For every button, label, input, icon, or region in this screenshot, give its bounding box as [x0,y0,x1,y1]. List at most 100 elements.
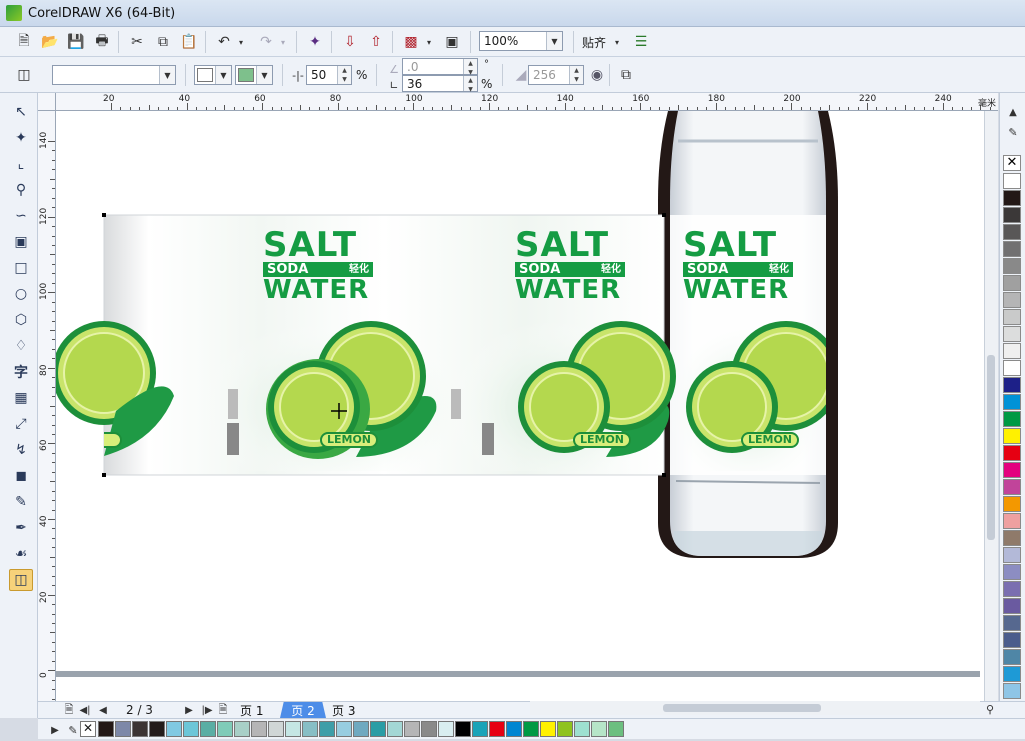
ruler-origin[interactable] [38,93,56,111]
document-color-swatch[interactable] [591,721,607,737]
document-color-swatch[interactable] [319,721,335,737]
publish-dropdown-icon[interactable]: ▾ [423,31,435,53]
outline-width-select[interactable]: ▼ [52,65,176,85]
palette-color-swatch[interactable] [1003,224,1021,240]
eyedropper-icon[interactable]: ✎ [1002,121,1024,143]
palette-color-swatch[interactable] [1003,173,1021,189]
crop-tool-icon[interactable]: ⌞ [9,153,33,175]
undo-icon[interactable]: ↶ [213,31,235,53]
document-color-swatch[interactable] [302,721,318,737]
lock-steps-icon[interactable]: ◉ [586,64,608,86]
palette-color-swatch[interactable] [1003,632,1021,648]
palette-color-swatch[interactable] [1003,496,1021,512]
chevron-down-icon[interactable]: ▼ [256,66,272,84]
document-color-swatch[interactable] [183,721,199,737]
document-color-swatch[interactable] [472,721,488,737]
palette-color-swatch[interactable] [1003,394,1021,410]
blend-tool-icon[interactable]: ◼ [9,465,33,487]
polygon-tool-icon[interactable]: ⬡ [9,309,33,331]
undo-dropdown-icon[interactable]: ▾ [235,31,247,53]
document-color-swatch[interactable] [557,721,573,737]
rectangle-tool-icon[interactable]: □ [9,257,33,279]
document-color-swatch[interactable] [438,721,454,737]
palette-color-swatch[interactable] [1003,530,1021,546]
document-color-swatch[interactable] [370,721,386,737]
angle-spinner[interactable]: ▲ ▼ [463,59,477,76]
no-color-swatch[interactable]: ✕ [80,721,96,737]
document-color-swatch[interactable] [353,721,369,737]
document-color-swatch[interactable] [251,721,267,737]
palette-color-swatch[interactable] [1003,547,1021,563]
connector-tool-icon[interactable]: ↯ [9,439,33,461]
chevron-down-icon[interactable]: ▼ [546,32,562,50]
zoom-level-select[interactable]: 100% ▼ [479,31,563,51]
print-icon[interactable]: 🖶 [91,31,113,53]
start-color-picker[interactable]: ▼ [194,65,232,85]
palette-scroll-up-icon[interactable]: ▲ [1002,101,1024,123]
palette-color-swatch[interactable] [1003,513,1021,529]
document-color-swatch[interactable] [336,721,352,737]
document-color-swatch[interactable] [115,721,131,737]
palette-color-swatch[interactable] [1003,292,1021,308]
basic-shapes-tool-icon[interactable]: ♢ [9,335,33,357]
new-document-icon[interactable]: 🗎 [13,31,35,53]
document-color-swatch[interactable] [574,721,590,737]
redo-dropdown-icon[interactable]: ▾ [277,31,289,53]
options-icon[interactable]: ☰ [630,31,652,53]
navigator-icon[interactable]: ⚲ [979,698,1001,720]
ellipse-tool-icon[interactable]: ○ [9,283,33,305]
palette-color-swatch[interactable] [1003,326,1021,342]
document-color-swatch[interactable] [166,721,182,737]
text-tool-icon[interactable]: 字 [9,361,33,383]
palette-color-swatch[interactable] [1003,258,1021,274]
document-color-swatch[interactable] [489,721,505,737]
palette-color-swatch[interactable] [1003,581,1021,597]
horizontal-scroll-thumb[interactable] [663,704,821,712]
document-color-swatch[interactable] [200,721,216,737]
document-color-swatch[interactable] [98,721,114,737]
cut-icon[interactable]: ✂ [126,31,148,53]
document-color-swatch[interactable] [387,721,403,737]
eyedropper-tool-icon[interactable]: ✎ [9,491,33,513]
chevron-down-icon[interactable]: ▼ [159,66,175,84]
save-icon[interactable]: 💾 [65,31,87,53]
palette-color-swatch[interactable] [1003,462,1021,478]
palette-color-swatch[interactable] [1003,564,1021,580]
palette-color-swatch[interactable] [1003,445,1021,461]
fill-tool-icon[interactable]: ☙ [9,543,33,565]
document-color-swatch[interactable] [523,721,539,737]
palette-color-swatch[interactable] [1003,615,1021,631]
edge-pad-input[interactable]: 36 ▲ ▼ [402,75,478,93]
open-icon[interactable]: 📂 [39,31,61,53]
document-color-swatch[interactable] [540,721,556,737]
end-color-picker[interactable]: ▼ [235,65,273,85]
palette-color-swatch[interactable] [1003,428,1021,444]
search-content-icon[interactable]: ✦ [304,31,326,53]
redo-icon[interactable]: ↷ [255,31,277,53]
document-color-swatch[interactable] [234,721,250,737]
smart-fill-tool-icon[interactable]: ▣ [9,231,33,253]
import-icon[interactable]: ⇩ [339,31,361,53]
palette-color-swatch[interactable] [1003,598,1021,614]
dimension-tool-icon[interactable]: ⤢ [9,413,33,435]
shape-tool-icon[interactable]: ✦ [9,127,33,149]
midpoint-spinner[interactable]: ▲ ▼ [337,66,351,84]
palette-color-swatch[interactable] [1003,666,1021,682]
palette-color-swatch[interactable] [1003,241,1021,257]
horizontal-ruler[interactable]: 20 40 60 80 100 120 140 160 180 200 220 240 [56,93,998,111]
snap-to-label[interactable]: 贴齐 [582,34,606,51]
page-tab-1[interactable]: 页 1 [236,702,267,718]
palette-color-swatch[interactable] [1003,377,1021,393]
document-color-swatch[interactable] [132,721,148,737]
gradient-steps-input[interactable]: 256 ▲ ▼ [528,65,584,85]
palette-color-swatch[interactable] [1003,207,1021,223]
interactive-fill-tool-icon[interactable]: ◫ [9,569,33,591]
copy-fill-properties-icon[interactable]: ⧉ [615,64,637,86]
palette-color-swatch[interactable] [1003,411,1021,427]
document-color-swatch[interactable] [506,721,522,737]
table-tool-icon[interactable]: ▦ [9,387,33,409]
palette-color-swatch[interactable] [1003,343,1021,359]
angle-input[interactable]: .0 ▲ ▼ [402,58,478,76]
palette-color-swatch[interactable] [1003,275,1021,291]
chevron-down-icon[interactable]: ▼ [215,66,231,84]
